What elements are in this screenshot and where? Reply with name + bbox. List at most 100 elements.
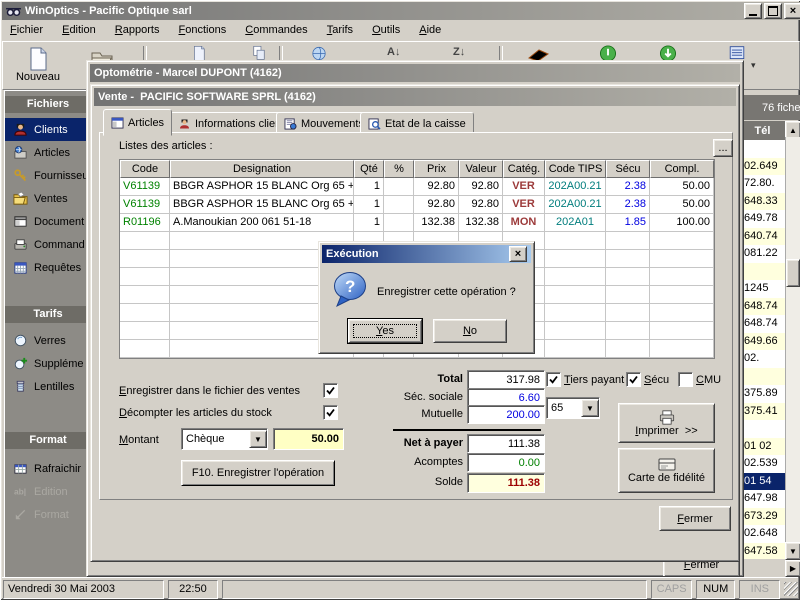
tel-column-header[interactable]: Tél (740, 121, 785, 140)
menu-tarifs[interactable]: Tarifs (319, 21, 361, 39)
sidebar-label: Articles (34, 147, 70, 159)
client-row[interactable] (741, 140, 786, 158)
sidebar-item-verres[interactable]: Verres (5, 329, 91, 352)
article-row[interactable]: R01196 A.Manoukian 200 061 51-18 1 132.3… (120, 214, 714, 232)
tab-articles[interactable]: Articles (103, 109, 172, 136)
client-row[interactable]: 648.74 (741, 298, 786, 316)
vertical-scrollbar[interactable] (785, 137, 800, 542)
vente-title: Vente - PACIFIC SOFTWARE SPRL (4162) (98, 91, 316, 103)
client-row[interactable]: 375.89 (741, 385, 786, 403)
dialog-message: Enregistrer cette opération ? (377, 286, 529, 298)
client-row[interactable]: 1245 (741, 280, 786, 298)
toolbar-nouveau-button[interactable]: Nouveau (7, 44, 69, 85)
focus-rect (353, 324, 417, 338)
vente-fermer-button[interactable]: Fermer (659, 506, 731, 531)
client-row[interactable] (741, 420, 786, 438)
scroll-right-button[interactable]: ▶ (785, 560, 800, 577)
taux-combo[interactable]: 65 ▼ (546, 397, 600, 419)
menu-fichier[interactable]: Fichier (2, 21, 51, 39)
sidebar-item-supplements[interactable]: Suppléme (5, 352, 91, 375)
articles-icon (13, 145, 28, 160)
close-button[interactable]: × (784, 3, 800, 19)
client-row[interactable]: 648.74 (741, 315, 786, 333)
client-row[interactable] (741, 263, 786, 281)
menu-outils[interactable]: Outils (364, 21, 408, 39)
scrollbar-thumb[interactable] (786, 259, 800, 287)
maximize-button[interactable] (764, 3, 782, 19)
client-row[interactable] (741, 368, 786, 386)
client-row[interactable]: 640.74 (741, 228, 786, 246)
sidebar-label: Verres (34, 335, 66, 347)
sidebar-item-articles[interactable]: Articles (5, 141, 91, 164)
menu-rapports[interactable]: Rapports (107, 21, 168, 39)
payment-method-combo[interactable]: Chèque ▼ (181, 428, 268, 450)
client-row[interactable]: 649.66 (741, 333, 786, 351)
client-row[interactable]: 673.29 (741, 508, 786, 526)
sidebar-item-clients[interactable]: Clients (5, 118, 91, 141)
client-row[interactable]: 647.58 (741, 543, 786, 560)
sidebar-item-rafraichir[interactable]: Rafraichir (5, 457, 91, 480)
no-button[interactable]: No (433, 319, 507, 343)
fiches-count: 76 fiches (762, 102, 800, 114)
cmu-checkbox[interactable] (678, 372, 693, 387)
more-button[interactable]: ... (713, 139, 733, 157)
solde-value: 111.38 (467, 473, 545, 493)
client-row[interactable]: 72.80. (741, 175, 786, 193)
combo-arrow-icon[interactable]: ▼ (581, 399, 599, 417)
yes-button[interactable]: Yes (348, 319, 422, 343)
montant-input[interactable]: 50.00 (273, 428, 344, 450)
f10-enregistrer-button[interactable]: F10. Enregistrer l'opération (181, 460, 335, 486)
article-row[interactable]: V61139 BBGR ASPHOR 15 BLANC Org 65 + 1 9… (120, 196, 714, 214)
sidebar-section-tarifs: Tarifs (5, 306, 91, 323)
rafraichir-icon (13, 461, 28, 476)
check-icon (548, 374, 559, 385)
toolbar-overflow-chevron[interactable]: ▾ (751, 60, 756, 71)
tiers-payant-checkbox[interactable] (546, 372, 561, 387)
save-to-sales-checkbox[interactable] (323, 383, 338, 398)
sidebar-item-ventes[interactable]: Ventes (5, 187, 91, 210)
menu-aide[interactable]: Aide (411, 21, 449, 39)
sidebar-item-commandes[interactable]: Command (5, 233, 91, 256)
optometrie-title: Optométrie - Marcel DUPONT (4162) (94, 67, 282, 79)
client-row[interactable]: 01 02 (741, 438, 786, 456)
client-row-selected[interactable]: 01 54 (741, 473, 786, 491)
sidebar-item-documents[interactable]: Document (5, 210, 91, 233)
sort-desc-icon[interactable]: Z↓ (453, 46, 465, 58)
sidebar-item-lentilles[interactable]: Lentilles (5, 375, 91, 398)
menu-commandes[interactable]: Commandes (237, 21, 315, 39)
minimize-button[interactable] (744, 3, 762, 19)
documents-icon (13, 214, 28, 229)
scroll-down-button[interactable]: ▼ (785, 542, 800, 560)
sidebar-label: Edition (34, 486, 68, 498)
client-row[interactable]: 02.649 (741, 158, 786, 176)
secu-checkbox[interactable] (626, 372, 641, 387)
loyalty-card-icon (657, 457, 677, 472)
eraser-icon[interactable] (527, 47, 551, 61)
mouvements-tab-icon (284, 118, 297, 130)
sidebar: Fichiers Clients Articles Fournisseu Ven… (4, 90, 92, 578)
dialog-close-button[interactable]: × (509, 246, 527, 262)
carte-fidelite-button[interactable]: Carte de fidélité (618, 448, 715, 493)
imprimer-button[interactable]: Imprimer >> (618, 403, 715, 443)
client-row[interactable]: 375.41 (741, 403, 786, 421)
menu-fonctions[interactable]: Fonctions (171, 21, 235, 39)
sidebar-item-requetes[interactable]: Requêtes (5, 256, 91, 279)
client-row[interactable]: 02.539 (741, 455, 786, 473)
deduct-stock-checkbox[interactable] (323, 405, 338, 420)
client-row[interactable]: 02.648 (741, 525, 786, 543)
menu-edition[interactable]: Edition (54, 21, 104, 39)
sidebar-label: Requêtes (34, 262, 81, 274)
sort-asc-icon[interactable]: A↓ (387, 46, 400, 58)
combo-arrow-icon[interactable]: ▼ (249, 430, 267, 448)
article-row[interactable]: V61139 BBGR ASPHOR 15 BLANC Org 65 + 1 9… (120, 178, 714, 196)
client-row[interactable]: 081.22 (741, 245, 786, 263)
client-row[interactable]: 648.33 (741, 193, 786, 211)
execution-dialog-titlebar: Exécution × (322, 245, 531, 263)
resize-grip[interactable] (784, 582, 798, 596)
client-row[interactable]: 02. (741, 350, 786, 368)
client-row[interactable]: 647.98 (741, 490, 786, 508)
commandes-icon (13, 237, 28, 252)
sidebar-item-fournisseurs[interactable]: Fournisseu (5, 164, 91, 187)
client-row[interactable]: 649.78 (741, 210, 786, 228)
total-value: 317.98 (467, 370, 545, 389)
